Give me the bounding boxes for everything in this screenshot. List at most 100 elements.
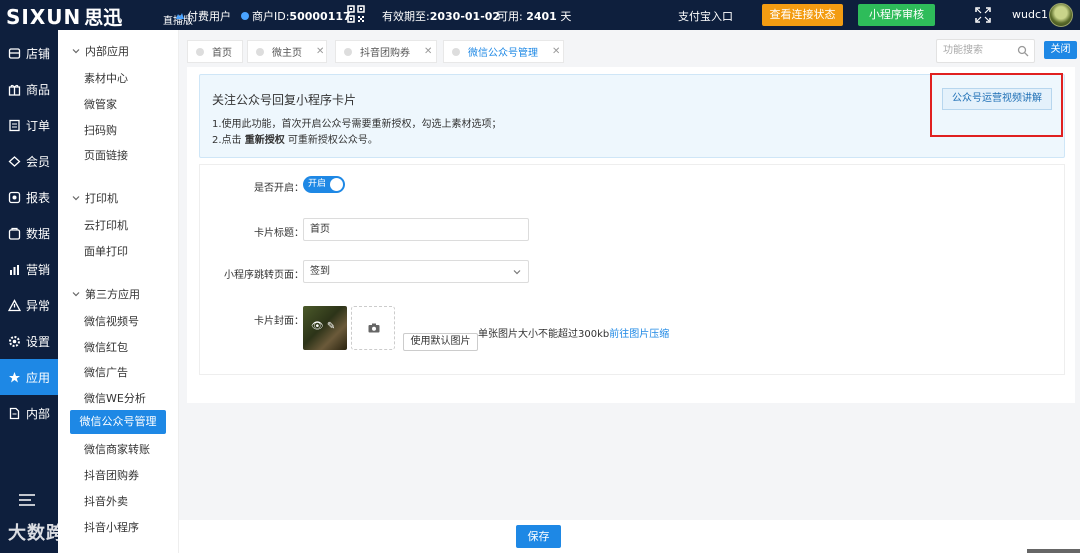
subnav-item-wechat-redpacket[interactable]: 微信红包 — [84, 339, 128, 355]
subnav-group-internal-apps[interactable]: 内部应用 — [72, 43, 129, 59]
tab-micro-homepage[interactable]: 微主页 ✕ — [247, 40, 327, 63]
available-days: 可用: 2401 天 — [497, 9, 572, 24]
primary-nav: 店铺 商品 订单 会员 报表 数据 营销 异常 设置 应用 内部 — [0, 30, 58, 553]
close-icon[interactable]: ✕ — [552, 46, 560, 57]
nav-item-marketing[interactable]: 营销 — [0, 251, 58, 287]
notice-title: 关注公众号回复小程序卡片 — [212, 93, 357, 107]
scrollbar[interactable] — [1027, 549, 1080, 553]
marketing-icon — [10, 264, 19, 275]
save-button[interactable]: 保存 — [516, 525, 561, 548]
nav-item-internal[interactable]: 内部 — [0, 395, 58, 431]
highlight-box — [930, 73, 1063, 137]
nav-item-data[interactable]: 数据 — [0, 215, 58, 251]
vip-icon — [176, 13, 184, 19]
nav-item-goods[interactable]: 商品 — [0, 71, 58, 107]
nav-item-orders[interactable]: 订单 — [0, 107, 58, 143]
alipay-entry-link[interactable]: 支付宝入口 — [678, 8, 733, 24]
nav-item-members[interactable]: 会员 — [0, 143, 58, 179]
subnav-item-douyin-takeout[interactable]: 抖音外卖 — [84, 493, 128, 509]
chevron-down-icon — [72, 292, 80, 297]
miniprogram-review-button[interactable]: 小程序审核 — [858, 4, 935, 26]
notice-line-1: 1.使用此功能，首次开启公众号需要重新授权，勾选上素材选项； — [212, 119, 502, 130]
logo-text-cn: 思迅 — [84, 7, 123, 29]
jump-page-label: 小程序跳转页面： — [224, 270, 304, 281]
enable-label: 是否开启： — [254, 183, 304, 194]
function-search-input[interactable]: 功能搜索 — [936, 39, 1035, 63]
card-title-input[interactable]: 首页 — [303, 218, 529, 241]
logo-text-en: SIXUN — [6, 5, 82, 29]
secondary-nav: 内部应用 素材中心 微管家 扫码购 页面链接 打印机 云打印机 面单打印 第三方… — [58, 30, 179, 553]
nav-item-settings[interactable]: 设置 — [0, 323, 58, 359]
footer-bar: 保存 — [179, 520, 1080, 553]
subnav-group-printer[interactable]: 打印机 — [72, 190, 118, 206]
subnav-item-wechat-we-analysis[interactable]: 微信WE分析 — [84, 390, 146, 406]
username[interactable]: wudc1 — [1012, 8, 1048, 21]
chevron-down-icon — [513, 270, 521, 275]
merchant-id: 商户ID: 50000117 — [240, 8, 351, 24]
card-title-label: 卡片标题： — [254, 228, 304, 239]
document-icon — [9, 407, 20, 419]
subnav-item-scan-buy[interactable]: 扫码购 — [84, 122, 117, 138]
fullscreen-icon[interactable] — [975, 7, 991, 23]
card-cover-label: 卡片封面： — [254, 316, 304, 327]
tab-douyin-coupon[interactable]: 抖音团购券 ✕ — [335, 40, 437, 63]
subnav-item-waybill-print[interactable]: 面单打印 — [84, 243, 128, 259]
tab-wechat-official-account[interactable]: 微信公众号管理 ✕ — [443, 40, 564, 63]
drop-icon — [241, 12, 249, 20]
preview-edit-icons[interactable]: 👁 ✎ — [311, 321, 335, 332]
close-button[interactable]: 关闭 — [1044, 41, 1077, 59]
report-icon — [8, 191, 21, 203]
subnav-item-douyin-coupon[interactable]: 抖音团购券 — [84, 467, 139, 483]
compress-image-link[interactable]: 前往图片压缩 — [609, 329, 669, 340]
star-icon — [9, 371, 20, 382]
nav-item-store[interactable]: 店铺 — [0, 35, 58, 71]
reauthorize-text: 重新授权 — [244, 135, 285, 146]
avatar[interactable] — [1049, 3, 1073, 27]
subnav-item-cloud-printer[interactable]: 云打印机 — [84, 217, 128, 233]
subnav-item-wechat-merchant-transfer[interactable]: 微信商家转账 — [84, 441, 150, 457]
subnav-item-micro-butler[interactable]: 微管家 — [84, 96, 117, 112]
use-default-image-button[interactable]: 使用默认图片 — [403, 333, 478, 351]
camera-icon — [368, 323, 380, 333]
subnav-item-wechat-channels[interactable]: 微信视频号 — [84, 313, 139, 329]
check-connection-button[interactable]: 查看连接状态 — [762, 4, 843, 26]
store-icon — [8, 47, 21, 59]
tab-dot — [196, 47, 204, 56]
close-icon[interactable]: ✕ — [424, 46, 432, 57]
nav-item-apps[interactable]: 应用 — [0, 359, 58, 395]
subnav-item-wechat-official-account[interactable]: 微信公众号管理 — [70, 410, 166, 434]
search-icon — [1017, 45, 1029, 57]
tab-bar: 首页 微主页 ✕ 抖音团购券 ✕ 微信公众号管理 ✕ 功能搜索 关闭 — [179, 30, 1080, 67]
data-icon — [8, 227, 21, 240]
nav-item-exceptions[interactable]: 异常 — [0, 287, 58, 323]
chevron-down-icon — [72, 196, 80, 201]
image-size-hint: 单张图片大小不能超过300kb前往图片压缩 — [478, 329, 670, 340]
gear-icon — [9, 335, 20, 347]
subnav-item-douyin-miniprogram[interactable]: 抖音小程序 — [84, 519, 139, 535]
nav-item-reports[interactable]: 报表 — [0, 179, 58, 215]
card-settings-form: 是否开启： 开启 卡片标题： 首页 小程序跳转页面： 签到 卡片封面： 👁 ✎ … — [199, 164, 1065, 375]
tab-dot — [452, 47, 460, 56]
user-type: 付费用户 — [175, 8, 231, 24]
upload-image-box[interactable] — [351, 306, 395, 350]
subnav-group-third-party[interactable]: 第三方应用 — [72, 286, 140, 302]
subnav-item-material-center[interactable]: 素材中心 — [84, 70, 128, 86]
tab-dot — [256, 47, 264, 56]
member-icon — [8, 155, 21, 167]
close-icon[interactable]: ✕ — [316, 46, 324, 57]
tab-home[interactable]: 首页 — [187, 40, 243, 63]
jump-page-select[interactable]: 签到 — [303, 260, 529, 283]
warning-icon — [8, 298, 21, 311]
order-icon — [9, 119, 20, 131]
notice-line-2: 2.点击 重新授权 可重新授权公众号。 — [212, 135, 378, 146]
cover-image-thumbnail[interactable]: 👁 ✎ — [303, 306, 347, 350]
toggle-knob — [330, 178, 343, 191]
logo: SIXUN 思迅 — [6, 3, 122, 30]
tab-dot — [344, 47, 352, 56]
subnav-item-wechat-ads[interactable]: 微信广告 — [84, 364, 128, 380]
menu-toggle-icon[interactable] — [18, 492, 36, 508]
chevron-down-icon — [72, 49, 80, 54]
qr-code-icon[interactable] — [347, 5, 365, 23]
subnav-item-page-links[interactable]: 页面链接 — [84, 147, 128, 163]
enable-toggle[interactable]: 开启 — [303, 176, 345, 193]
